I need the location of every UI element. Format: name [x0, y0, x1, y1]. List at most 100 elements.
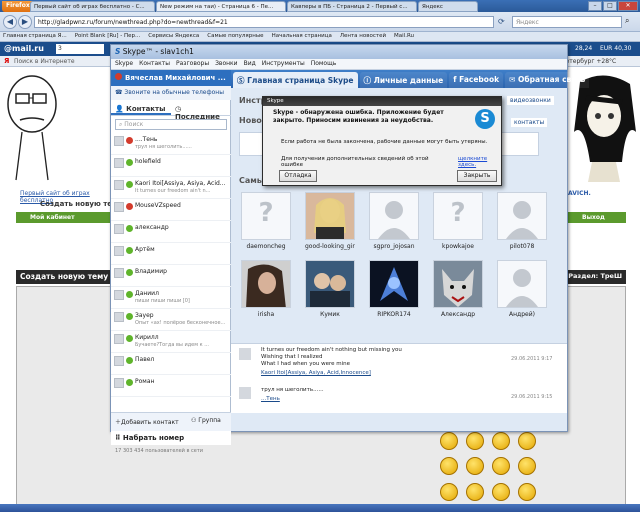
smiley-icon[interactable] [518, 432, 536, 450]
person-card[interactable]: Александр [433, 260, 483, 318]
person-card[interactable]: good-looking_girl [305, 192, 355, 250]
forum-site-link[interactable]: Первый сайт об играх бесплатно [20, 190, 120, 204]
add-contact-button[interactable]: ＋Добавить контакт [115, 417, 187, 426]
contact-item[interactable]: ....Тень трул ня шеголить...... [111, 133, 231, 155]
my-cabinet-link[interactable]: Мой кабинет [16, 212, 110, 223]
address-bar[interactable]: http://gladpwnz.ru/forum/newthread.php?d… [34, 16, 494, 28]
contact-name: Роман [135, 378, 155, 385]
contact-item[interactable]: Артём [111, 243, 231, 265]
feed-author-link[interactable]: Kaori Itoi[Assiya, Asiya, Acid,Innocence… [261, 370, 481, 376]
person-card[interactable]: Кумик [305, 260, 355, 318]
browser-tab[interactable]: Кавперы в ПБ - Страница 2 - Первый с... [287, 1, 417, 12]
menu-item[interactable]: Вид [244, 60, 256, 68]
person-card[interactable]: ? kpowkajoe [433, 192, 483, 250]
menu-item[interactable]: Skype [115, 60, 133, 68]
person-name: good-looking_girl [305, 243, 355, 250]
dial-number-button[interactable]: ⠿ Набрать номер [111, 431, 231, 445]
windows-taskbar [0, 504, 640, 512]
tab-recent[interactable]: ◷ Последние [171, 102, 231, 121]
forward-arrow-icon[interactable]: ▶ [18, 15, 32, 29]
profile-name-bar[interactable]: Вячеслав Михайлович ... [111, 70, 231, 86]
avatar: ? [433, 192, 483, 240]
bookmark-item[interactable]: Сервисы Яндекса [148, 33, 199, 40]
smiley-icon[interactable] [492, 457, 510, 476]
search-input[interactable]: Яндекс [512, 16, 622, 28]
menu-item[interactable]: Разговоры [176, 60, 209, 68]
contact-item[interactable]: Даниил пиши пиши пиши [0] [111, 287, 231, 309]
contact-item[interactable]: Кирилл Бучаете?Тогда вы идем к ... [111, 331, 231, 353]
exit-link[interactable]: Выход [568, 212, 626, 223]
contacts-search-input[interactable]: ⌕ Поиск [115, 119, 227, 130]
menu-item[interactable]: Помощь [311, 60, 337, 68]
browser-tab[interactable]: Первый сайт об играх бесплатно - С... [30, 1, 155, 12]
contact-item[interactable]: holefield [111, 155, 231, 177]
feed-message-line: Wishing that I realized [261, 354, 323, 360]
close-icon[interactable]: ✕ [618, 1, 638, 11]
bookmark-item[interactable]: Point Blank [Ru] - Пер... [75, 33, 141, 40]
clock-icon: ◷ [175, 105, 182, 113]
contacts-link[interactable]: контакты [511, 118, 548, 127]
close-button[interactable]: Закрыть [457, 170, 497, 182]
debug-button[interactable]: Отладка [279, 170, 317, 182]
contact-item[interactable]: александр [111, 221, 231, 243]
contact-item[interactable]: Владимир [111, 265, 231, 287]
tab-contacts[interactable]: 👤 Контакты [111, 102, 171, 115]
status-busy-icon[interactable] [115, 73, 122, 80]
person-card[interactable]: RIPKOR174 [369, 260, 419, 318]
smiley-icon[interactable] [518, 457, 536, 476]
contact-name: Кирилл [135, 334, 159, 341]
tab-personal-data[interactable]: ⓘ Личные данные [359, 72, 448, 88]
maximize-icon[interactable]: □ [603, 1, 617, 11]
mailru-logo[interactable]: @mail.ru [4, 44, 44, 53]
bookmark-item[interactable]: Главная страница Я... [3, 33, 67, 40]
contact-item[interactable]: Kaori Itoi[Assiya, Asiya, Acid... It turn… [111, 177, 231, 199]
contact-mood: Опыт «ах! полёрое бесконечное... [135, 320, 226, 326]
avatar [114, 378, 124, 388]
tab-feedback[interactable]: ✉ Обратная связь [505, 72, 590, 88]
smiley-icon[interactable] [440, 482, 458, 501]
menu-item[interactable]: Инструменты [262, 60, 305, 68]
person-card[interactable]: Андрей) [497, 260, 547, 318]
smiley-icon[interactable] [466, 432, 484, 450]
tab-skype-home[interactable]: Ⓢ Главная страница Skype [233, 72, 358, 88]
smiley-icon[interactable] [492, 482, 510, 501]
smiley-icon[interactable] [518, 482, 536, 501]
menu-item[interactable]: Контакты [139, 60, 170, 68]
smiley-icon[interactable] [440, 432, 458, 450]
browser-tab[interactable]: New режим на таи) - Страница 6 - Пе... [156, 1, 286, 12]
bookmark-item[interactable]: Лента новостей [340, 33, 386, 40]
question-mark-icon: ? [258, 198, 274, 228]
menu-item[interactable]: Звонки [215, 60, 238, 68]
group-button[interactable]: ⚇ Группа [191, 417, 229, 424]
smiley-icon[interactable] [440, 457, 458, 476]
person-card[interactable]: sgpro_jojosan [369, 192, 419, 250]
bookmark-item[interactable]: Самые популярные [207, 33, 263, 40]
click-here-link[interactable]: щелкните здесь. [458, 156, 501, 168]
yandex-logo-icon[interactable]: Я [4, 57, 9, 65]
smiley-icon[interactable] [466, 457, 484, 476]
tab-facebook[interactable]: f Facebook [449, 72, 504, 88]
feed-author-link[interactable]: ...Тень [261, 396, 481, 402]
browser-tab[interactable]: Яндекс [418, 1, 478, 12]
call-phones-link[interactable]: ☎ Звоните на обычные телефоны [111, 86, 231, 100]
smiley-icon[interactable] [466, 482, 484, 501]
contact-item[interactable]: Павел [111, 353, 231, 375]
bookmark-item[interactable]: Начальная страница [272, 33, 332, 40]
bookmark-item[interactable]: Mail.Ru [394, 33, 414, 40]
person-card[interactable]: pilot078 [497, 192, 547, 250]
search-icon[interactable]: ⌕ [625, 16, 629, 26]
eur-rate: EUR 40,30 [600, 45, 632, 52]
contact-item[interactable]: MouseVZspeed [111, 199, 231, 221]
reload-icon[interactable]: ⟳ [498, 17, 505, 26]
person-photo [314, 198, 346, 239]
contact-item[interactable]: Зауер Опыт «ах! полёрое бесконечное... [111, 309, 231, 331]
minimize-icon[interactable]: – [588, 1, 602, 11]
video-calls-link[interactable]: видеозвонки [507, 96, 554, 105]
yandex-search-input[interactable]: Поиск в Интернете [14, 58, 75, 65]
smiley-icon[interactable] [492, 432, 510, 450]
person-card[interactable]: ? daemoncheg [241, 192, 291, 250]
back-arrow-icon[interactable]: ◀ [3, 15, 17, 29]
mailru-search-input[interactable]: 3 [56, 44, 104, 54]
person-card[interactable]: irisha [241, 260, 291, 318]
contact-item[interactable]: Роман [111, 375, 231, 397]
